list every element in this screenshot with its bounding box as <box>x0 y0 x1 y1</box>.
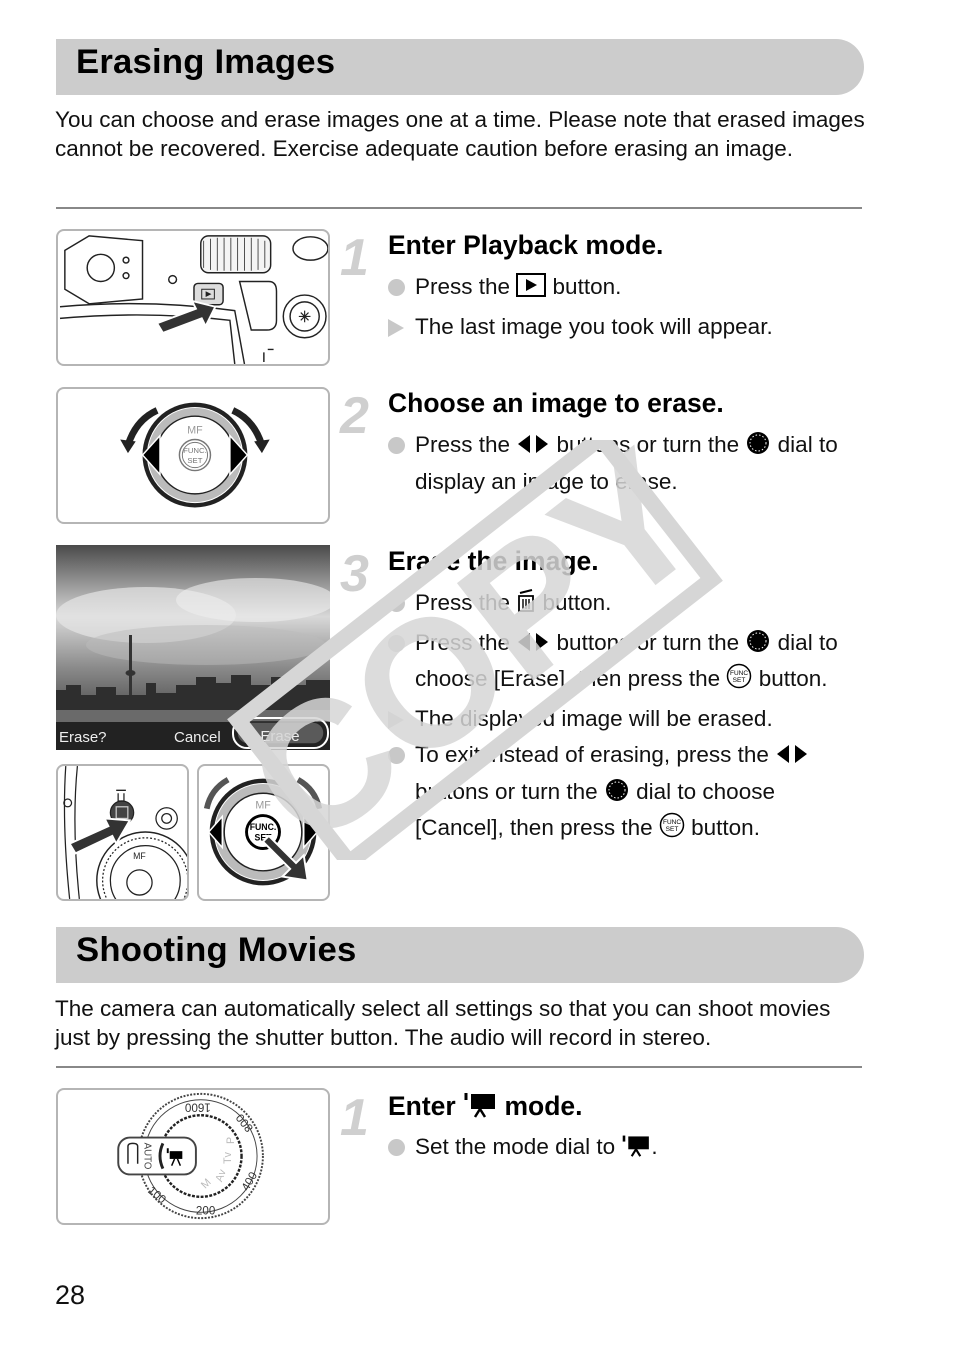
svg-text:FUNC: FUNC <box>663 819 681 826</box>
control-dial-illustration: FUNC. SET MF <box>120 402 270 508</box>
set-label: SET <box>187 456 202 465</box>
step-title: Enter mode. <box>388 1090 583 1125</box>
instruction-item: Press the button. <box>388 270 868 307</box>
cancel-option: Cancel <box>174 729 221 746</box>
step-1-enter-movie-mode: 1 Enter mode. Set the mode dial to . <box>340 1090 865 1170</box>
func-set-dial-illustration: FUNC. SET MF <box>203 777 323 886</box>
step-number: 2 <box>340 387 369 445</box>
step-number: 3 <box>340 545 369 603</box>
divider <box>56 207 862 209</box>
svg-text:1600: 1600 <box>184 1101 210 1114</box>
erase-option: Erase <box>260 728 299 745</box>
step-title: Choose an image to erase. <box>388 388 724 418</box>
step-instructions: Press the button. Press the buttons or t… <box>388 586 868 851</box>
action-bullet-icon <box>388 747 405 764</box>
figure-erase-screen: Erase? Cancel Erase <box>56 545 330 750</box>
svg-text:MF: MF <box>255 800 271 812</box>
instruction-item: Press the button. <box>388 586 868 623</box>
instruction-item: Set the mode dial to . <box>388 1130 868 1167</box>
mf-label: MF <box>187 425 203 437</box>
step-1-enter-playback: 1 Enter Playback mode. Press the button.… <box>340 230 865 350</box>
svg-text:MF: MF <box>133 851 146 861</box>
svg-text:200: 200 <box>196 1204 216 1217</box>
section-title: Shooting Movies <box>76 931 357 969</box>
func-label: FUNC. <box>183 446 207 455</box>
result-arrow-icon <box>388 710 405 729</box>
camera-back-illustration: MF <box>63 766 187 899</box>
control-dial-icon <box>604 778 630 812</box>
svg-text:Tv: Tv <box>222 1151 234 1164</box>
control-dial-icon <box>745 431 771 465</box>
divider <box>56 1066 862 1068</box>
action-bullet-icon <box>388 279 405 296</box>
svg-text:SET: SET <box>733 677 746 684</box>
instruction-item: To exit instead of erasing, press the bu… <box>388 738 868 848</box>
step-3-erase-image: 3 Erase the image. Press the button. Pre… <box>340 546 865 846</box>
instruction-item: The last image you took will appear. <box>388 310 868 344</box>
section-intro: The camera can automatically select all … <box>55 996 831 1050</box>
figure-trash-button: MF <box>56 764 189 901</box>
func-set-icon: FUNC SET <box>659 812 685 848</box>
svg-text:FUNC.: FUNC. <box>250 822 277 832</box>
action-bullet-icon <box>388 634 405 652</box>
erase-prompt: Erase? <box>59 729 107 746</box>
step-title: Enter Playback mode. <box>388 230 664 260</box>
instruction-item: Press the buttons or turn the dial to di… <box>388 428 868 498</box>
left-right-buttons-icon <box>516 629 550 663</box>
svg-text:FUNC: FUNC <box>730 670 748 677</box>
left-right-buttons-icon <box>516 431 550 465</box>
result-arrow-icon <box>388 318 405 337</box>
left-right-buttons-icon <box>775 741 809 775</box>
action-bullet-icon <box>388 595 405 612</box>
figure-control-dial: FUNC. SET MF <box>56 387 330 524</box>
section-title: Erasing Images <box>76 43 336 81</box>
page-number: 28 <box>55 1280 86 1310</box>
playback-icon <box>516 273 547 307</box>
control-dial-icon <box>745 629 771 663</box>
func-set-icon: FUNC SET <box>726 663 752 699</box>
figure-mode-dial: 1600 800 400 200 100 P Tv Av M AUTO <box>56 1088 330 1225</box>
step-instructions: Press the button. The last image you too… <box>388 270 868 346</box>
step-number: 1 <box>340 1089 369 1147</box>
svg-text:SET: SET <box>666 826 679 833</box>
trash-icon <box>516 589 536 623</box>
movie-icon <box>621 1133 651 1167</box>
instruction-item: The displayed image will be erased. <box>388 702 868 736</box>
lcd-erase-screen: Erase? Cancel Erase <box>56 545 330 750</box>
step-instructions: Press the buttons or turn the dial to di… <box>388 428 868 501</box>
step-instructions: Set the mode dial to . <box>388 1130 868 1170</box>
step-title: Erase the image. <box>388 546 599 576</box>
step-2-choose-image: 2 Choose an image to erase. Press the bu… <box>340 388 865 498</box>
figure-playback-button <box>56 229 330 366</box>
instruction-item: Press the buttons or turn the dial to ch… <box>388 626 868 699</box>
svg-text:AUTO: AUTO <box>141 1143 152 1170</box>
mode-dial-illustration: 1600 800 400 200 100 P Tv Av M AUTO <box>117 1092 264 1220</box>
camera-top-illustration <box>59 235 328 364</box>
svg-text:P: P <box>225 1137 237 1144</box>
action-bullet-icon <box>388 437 405 454</box>
movie-icon <box>463 1090 497 1125</box>
section-intro: You can choose and erase images one at a… <box>55 107 865 161</box>
section-header-erasing-images: Erasing Images <box>56 39 864 95</box>
step-number: 1 <box>340 229 369 287</box>
action-bullet-icon <box>388 1139 405 1156</box>
section-header-shooting-movies: Shooting Movies <box>56 927 864 983</box>
figure-func-set-press: FUNC. SET MF <box>197 764 330 901</box>
